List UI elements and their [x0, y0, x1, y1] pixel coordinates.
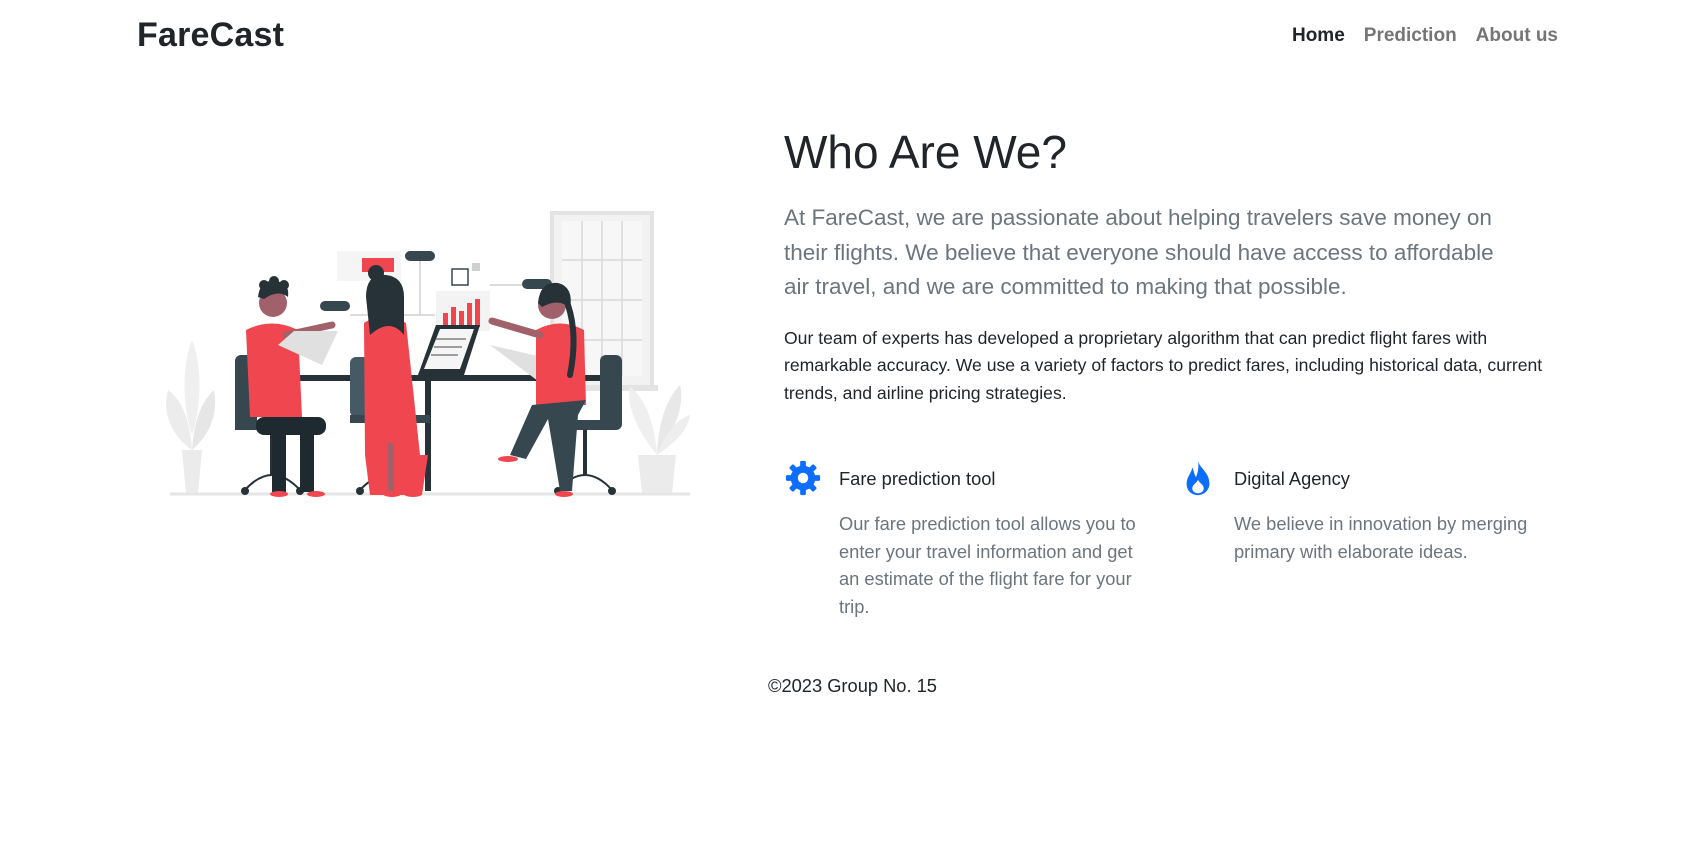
about-lead-text: At FareCast, we are passionate about hel… — [784, 205, 1494, 299]
brand-logo[interactable]: FareCast — [137, 16, 284, 55]
team-meeting-illustration — [166, 211, 690, 497]
navbar: FareCast Home Prediction About us — [0, 0, 1700, 70]
nav-link-prediction[interactable]: Prediction — [1364, 25, 1457, 47]
page-title: Who Are We? — [784, 126, 1067, 178]
about-body-text: Our team of experts has developed a prop… — [784, 327, 1543, 403]
gear-icon — [785, 460, 821, 496]
footer-copyright: ©2023 Group No. 15 — [768, 675, 937, 696]
feature-title: Fare prediction tool — [839, 468, 996, 489]
floating-ui-elements — [320, 251, 552, 331]
plant-left-illustration — [166, 340, 216, 493]
feature-description: We believe in innovation by merging prim… — [1234, 513, 1528, 562]
main-nav: Home Prediction About us — [1292, 25, 1558, 47]
nav-link-about-us[interactable]: About us — [1476, 25, 1558, 47]
fire-icon — [1186, 460, 1210, 496]
about-section: Who Are We? At FareCast, we are passiona… — [784, 124, 1564, 407]
feature-title: Digital Agency — [1234, 468, 1350, 489]
plant-right-illustration — [629, 385, 690, 493]
feature-description: Our fare prediction tool allows you to e… — [839, 513, 1136, 617]
person-woman-right-illustration — [488, 282, 586, 497]
nav-link-home[interactable]: Home — [1292, 25, 1345, 47]
laptop-center-illustration — [418, 325, 480, 375]
